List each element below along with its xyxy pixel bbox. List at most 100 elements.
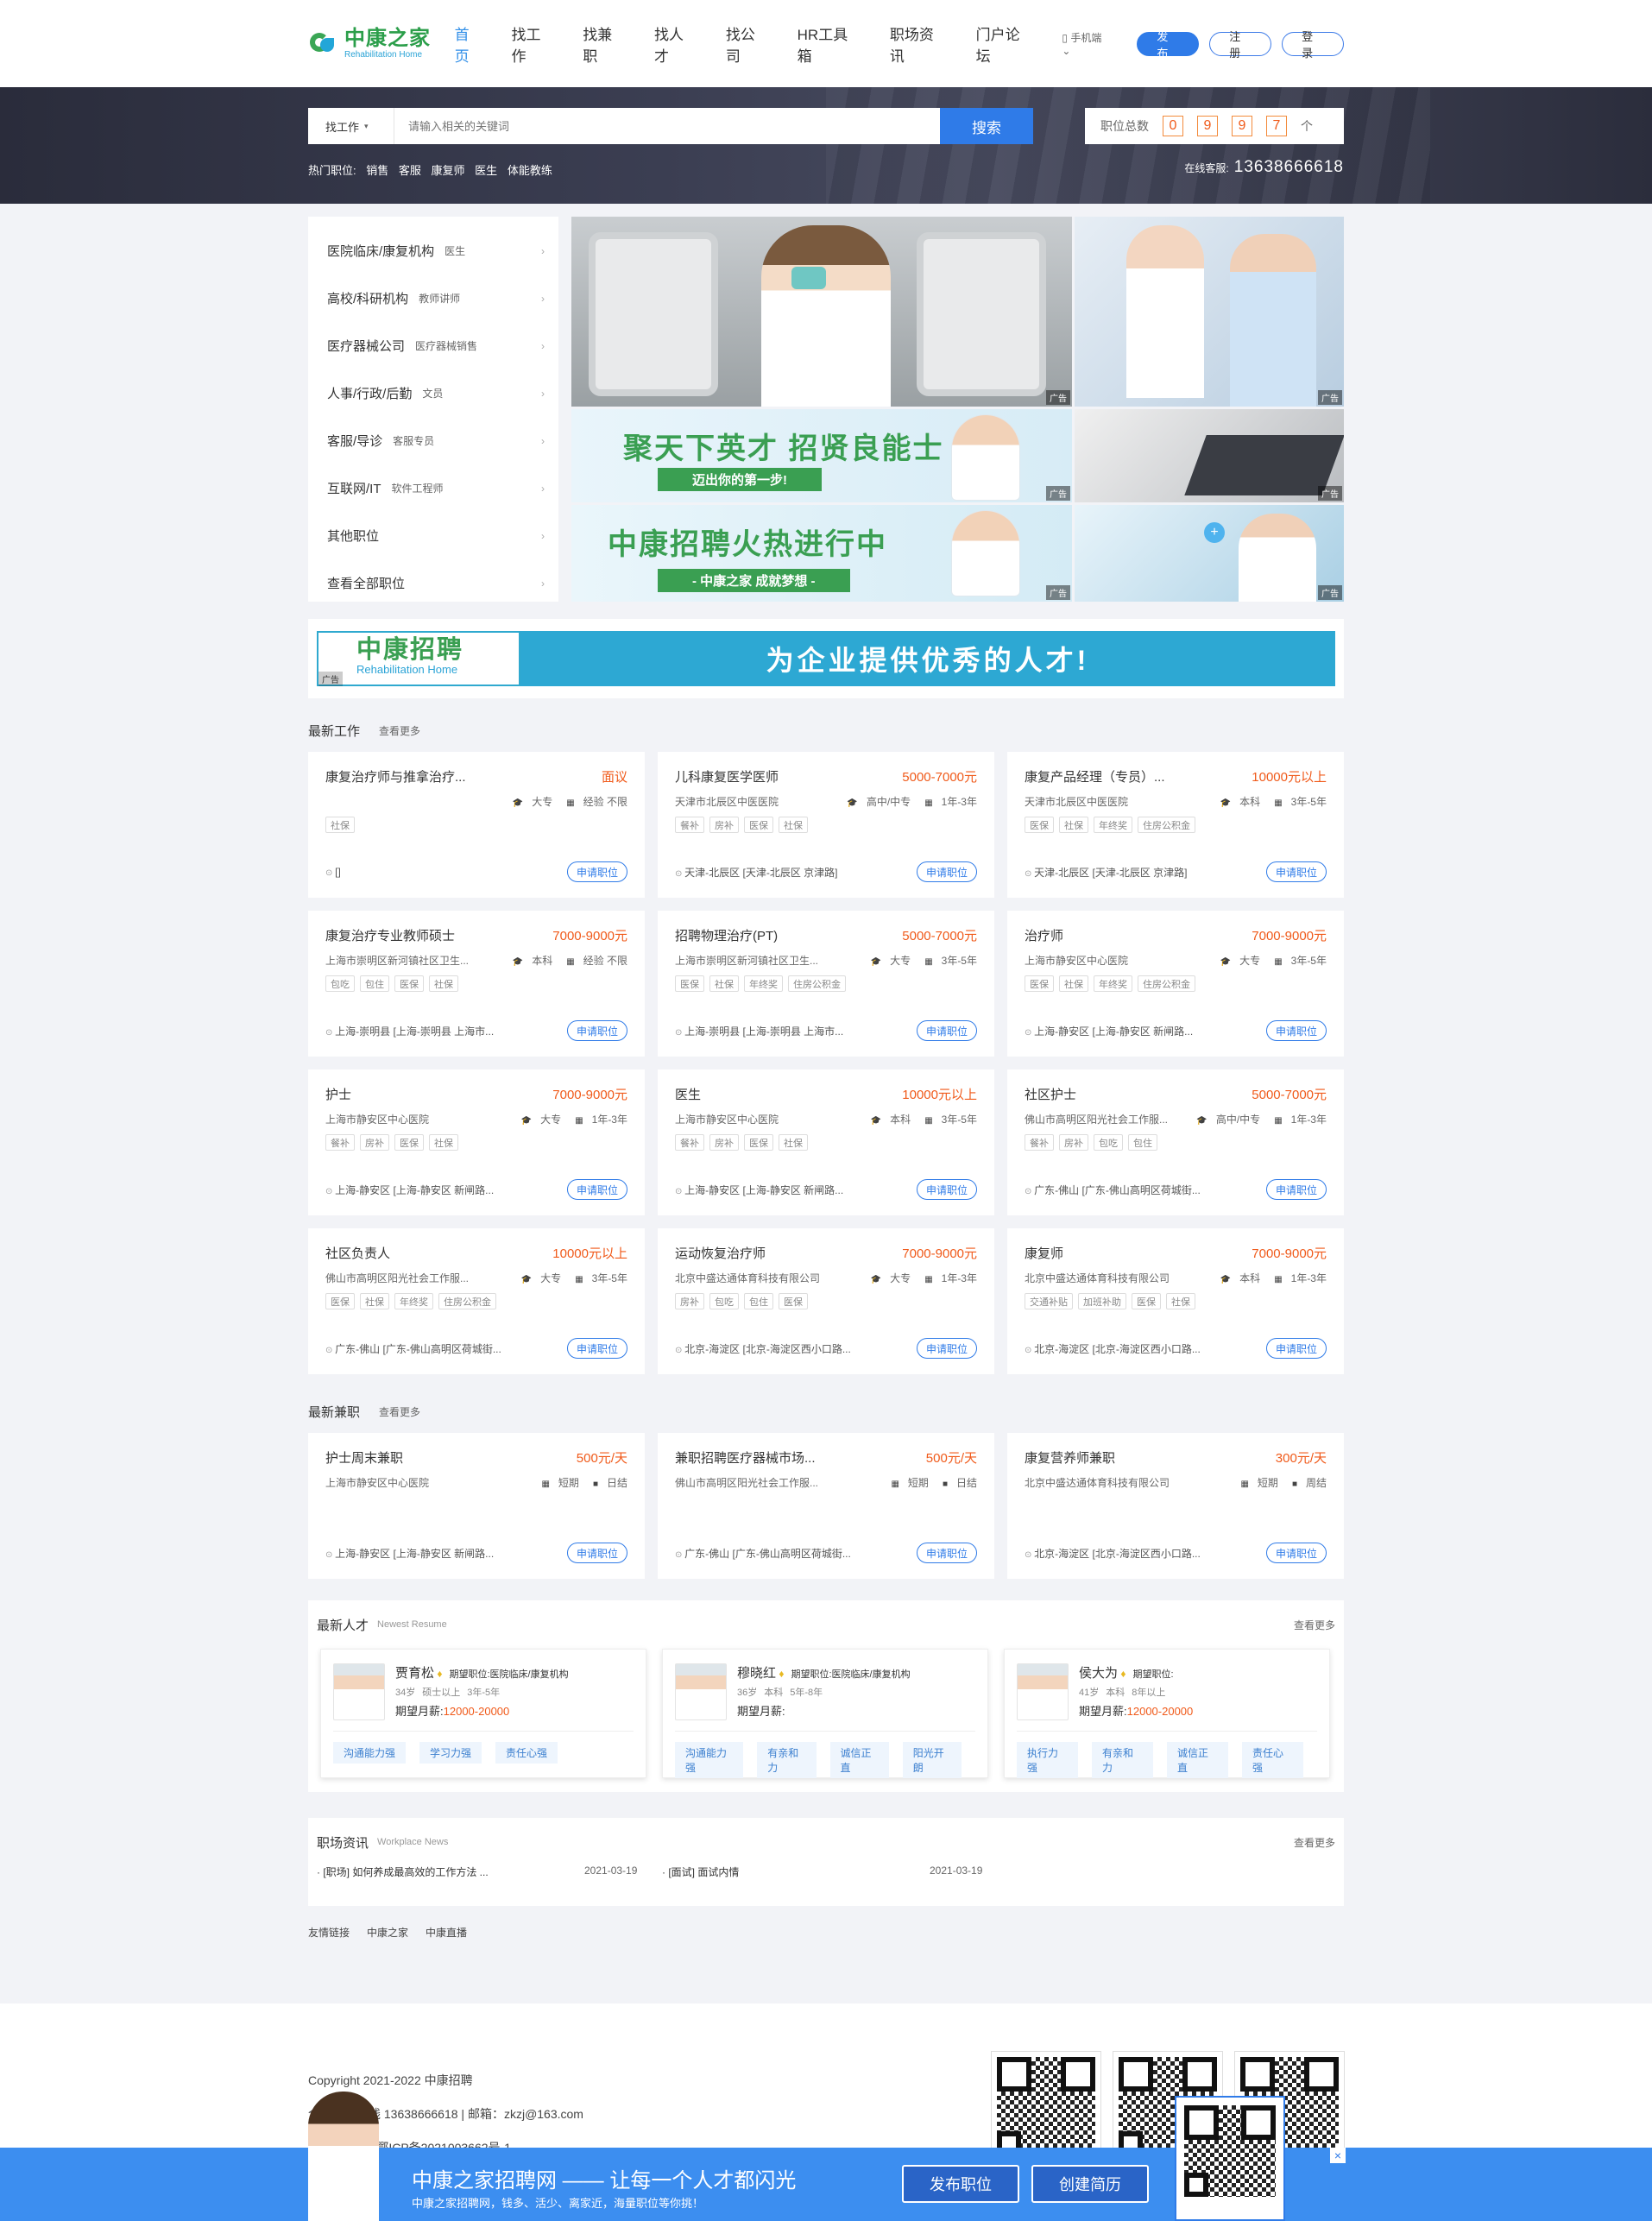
apply-job-button[interactable]: 申请职位: [566, 1179, 627, 1200]
apply-job-button[interactable]: 申请职位: [916, 1020, 977, 1041]
apply-job-button[interactable]: 申请职位: [916, 1179, 977, 1200]
apply-job-button[interactable]: 申请职位: [1265, 1543, 1327, 1563]
job-company[interactable]: 上海市崇明区新河镇社区卫生...: [325, 953, 469, 967]
job-company[interactable]: 上海市静安区中心医院: [675, 1112, 779, 1126]
job-card[interactable]: 医生 10000元以上 上海市静安区中心医院 🎓 本科 ▦ 3年-5年 餐补 房补 医保 社保 ⊙ 上…: [658, 1069, 994, 1215]
nav-find-talent[interactable]: 找人才: [654, 22, 698, 66]
ad-doctors-desk[interactable]: 广告: [1075, 217, 1344, 407]
apply-job-button[interactable]: 申请职位: [1265, 1020, 1327, 1041]
resume-card[interactable]: 贾育松 ♦ 期望职位:医院临床/康复机构 34岁 硕士以上 3年-5年 期望月薪:1200…: [320, 1649, 646, 1778]
resume-name[interactable]: 侯大为: [1079, 1666, 1118, 1681]
job-company[interactable]: 上海市静安区中心医院: [325, 1112, 429, 1126]
ad-recruit-slogan[interactable]: 聚天下英才 招贤良能士 迈出你的第一步! 广告: [571, 409, 1072, 502]
register-button[interactable]: 注册: [1209, 30, 1272, 60]
job-card[interactable]: 社区负责人 10000元以上 佛山市高明区阳光社会工作服... 🎓 大专 ▦ 3年-5年 医保…: [308, 1228, 645, 1374]
nav-hr-tools[interactable]: HR工具箱: [798, 22, 862, 66]
job-title[interactable]: 康复治疗师与推拿治疗...: [325, 767, 466, 786]
job-title[interactable]: 医生: [675, 1085, 701, 1103]
job-card[interactable]: 社区护士 5000-7000元 佛山市高明区阳光社会工作服... 🎓 高中/中专 ▦ 1年-…: [1007, 1069, 1344, 1215]
job-card[interactable]: 护士 7000-9000元 上海市静安区中心医院 🎓 大专 ▦ 1年-3年 餐补 房补 医保 社保 ⊙…: [308, 1069, 645, 1215]
close-icon[interactable]: ×: [1330, 2148, 1346, 2163]
category-item[interactable]: 互联网/IT 软件工程师 ›: [308, 464, 558, 512]
category-item[interactable]: 高校/科研机构 教师讲师 ›: [308, 274, 558, 322]
jobs-more-link[interactable]: 查看更多: [379, 723, 420, 738]
job-title[interactable]: 兼职招聘医疗器械市场...: [675, 1448, 816, 1467]
job-company[interactable]: 佛山市高明区阳光社会工作服...: [675, 1475, 818, 1489]
apply-job-button[interactable]: 申请职位: [566, 1543, 627, 1563]
news-title[interactable]: · [职场] 如何养成最高效的工作方法 ...: [317, 1865, 489, 1879]
parttime-card[interactable]: 康复营养师兼职 300元/天 北京中盛达通体育科技有限公司 ▦ 短期 ■ 周结 ⊙ 北京-海淀…: [1007, 1433, 1344, 1579]
job-card[interactable]: 康复治疗专业教师硕士 7000-9000元 上海市崇明区新河镇社区卫生... 🎓 本科 ▦…: [308, 911, 645, 1057]
publish-button[interactable]: 发布: [1137, 30, 1200, 60]
nav-find-company[interactable]: 找公司: [726, 22, 770, 66]
apply-job-button[interactable]: 申请职位: [566, 861, 627, 882]
friend-link[interactable]: 中康之家: [367, 1925, 408, 1940]
job-title[interactable]: 招聘物理治疗(PT): [675, 926, 778, 944]
apply-job-button[interactable]: 申请职位: [566, 1020, 627, 1041]
job-title[interactable]: 社区护士: [1025, 1085, 1076, 1103]
news-item[interactable]: · [面试] 面试内情 2021-03-19: [662, 1865, 1007, 1879]
category-sub[interactable]: 客服专员: [393, 433, 434, 448]
publish-job-button[interactable]: 发布职位: [902, 2165, 1019, 2203]
ad-lab-scientist[interactable]: 广告: [571, 217, 1072, 407]
ad-laptop[interactable]: 广告: [1075, 409, 1344, 502]
create-resume-button[interactable]: 创建简历: [1031, 2165, 1149, 2203]
nav-forum[interactable]: 门户论坛: [976, 22, 1035, 66]
banner-ad[interactable]: 中康招聘 Rehabilitation Home 为企业提供优秀的人才! 广告: [317, 631, 1335, 686]
resume-card[interactable]: 侯大为 ♦ 期望职位: 41岁 本科 8年以上 期望月薪:12000-20000 执行力强有…: [1004, 1649, 1330, 1778]
job-title[interactable]: 护士: [325, 1085, 351, 1103]
news-more-link[interactable]: 查看更多: [1294, 1835, 1335, 1850]
search-input[interactable]: [394, 108, 940, 144]
category-sub[interactable]: 软件工程师: [392, 481, 444, 495]
resume-name[interactable]: 贾育松: [395, 1666, 434, 1681]
apply-job-button[interactable]: 申请职位: [1265, 861, 1327, 882]
apply-job-button[interactable]: 申请职位: [1265, 1338, 1327, 1359]
hot-job-link[interactable]: 体能教练: [508, 164, 552, 177]
job-company[interactable]: 上海市静安区中心医院: [1025, 953, 1128, 967]
job-company[interactable]: 天津市北辰区中医医院: [675, 794, 779, 808]
job-card[interactable]: 康复师 7000-9000元 北京中盛达通体育科技有限公司 🎓 本科 ▦ 1年-3年 交通补贴…: [1007, 1228, 1344, 1374]
job-card[interactable]: 治疗师 7000-9000元 上海市静安区中心医院 🎓 大专 ▦ 3年-5年 医保 社保 年终奖住…: [1007, 911, 1344, 1057]
job-title[interactable]: 社区负责人: [325, 1244, 390, 1262]
category-item[interactable]: 其他职位 ›: [308, 512, 558, 559]
ad-recruit-hot[interactable]: 中康招聘火热进行中 - 中康之家 成就梦想 - 广告: [571, 505, 1072, 602]
category-sub[interactable]: 文员: [422, 386, 443, 401]
job-company[interactable]: 北京中盛达通体育科技有限公司: [675, 1271, 820, 1284]
hot-job-link[interactable]: 客服: [399, 164, 421, 177]
search-button[interactable]: 搜索: [940, 108, 1033, 144]
job-company[interactable]: 天津市北辰区中医医院: [1025, 794, 1128, 808]
parttime-more-link[interactable]: 查看更多: [379, 1404, 420, 1419]
job-title[interactable]: 康复治疗专业教师硕士: [325, 926, 455, 944]
apply-job-button[interactable]: 申请职位: [1265, 1179, 1327, 1200]
job-title[interactable]: 儿科康复医学医师: [675, 767, 779, 786]
hot-job-link[interactable]: 康复师: [432, 164, 465, 177]
nav-find-job[interactable]: 找工作: [511, 22, 555, 66]
parttime-card[interactable]: 兼职招聘医疗器械市场... 500元/天 佛山市高明区阳光社会工作服... ▦ 短期 ■ 日…: [658, 1433, 994, 1579]
friend-link[interactable]: 中康直播: [426, 1925, 467, 1940]
hot-job-link[interactable]: 医生: [475, 164, 497, 177]
site-logo[interactable]: 中康之家 Rehabilitation Home: [308, 27, 455, 60]
category-item[interactable]: 医院临床/康复机构 医生 ›: [308, 227, 558, 274]
mobile-link[interactable]: ▯ 手机端 ⌄: [1062, 30, 1113, 57]
category-item[interactable]: 客服/导诊 客服专员 ›: [308, 417, 558, 464]
job-company[interactable]: 北京中盛达通体育科技有限公司: [1025, 1475, 1170, 1489]
job-title[interactable]: 康复产品经理（专员）...: [1025, 767, 1165, 786]
category-sub[interactable]: 教师讲师: [419, 291, 460, 306]
login-button[interactable]: 登录: [1282, 30, 1344, 60]
job-card[interactable]: 运动恢复治疗师 7000-9000元 北京中盛达通体育科技有限公司 🎓 大专 ▦ 1年-3年…: [658, 1228, 994, 1374]
category-item[interactable]: 人事/行政/后勤 文员 ›: [308, 369, 558, 417]
category-item[interactable]: 医疗器械公司 医疗器械销售 ›: [308, 322, 558, 369]
search-type-select[interactable]: 找工作 ▾: [308, 108, 394, 144]
job-company[interactable]: 佛山市高明区阳光社会工作服...: [1025, 1112, 1168, 1126]
category-item-all[interactable]: 查看全部职位 ›: [308, 559, 558, 607]
apply-job-button[interactable]: 申请职位: [916, 1543, 977, 1563]
job-title[interactable]: 康复营养师兼职: [1025, 1448, 1115, 1467]
apply-job-button[interactable]: 申请职位: [566, 1338, 627, 1359]
job-card[interactable]: 康复产品经理（专员）... 10000元以上 天津市北辰区中医医院 🎓 本科 ▦ 3年-5年…: [1007, 752, 1344, 898]
nav-home[interactable]: 首页: [455, 22, 484, 66]
job-title[interactable]: 康复师: [1025, 1244, 1063, 1262]
news-title[interactable]: · [面试] 面试内情: [662, 1865, 739, 1879]
apply-job-button[interactable]: 申请职位: [916, 1338, 977, 1359]
category-sub[interactable]: 医生: [445, 243, 465, 258]
job-card[interactable]: 儿科康复医学医师 5000-7000元 天津市北辰区中医医院 🎓 高中/中专 ▦ 1年-3年…: [658, 752, 994, 898]
